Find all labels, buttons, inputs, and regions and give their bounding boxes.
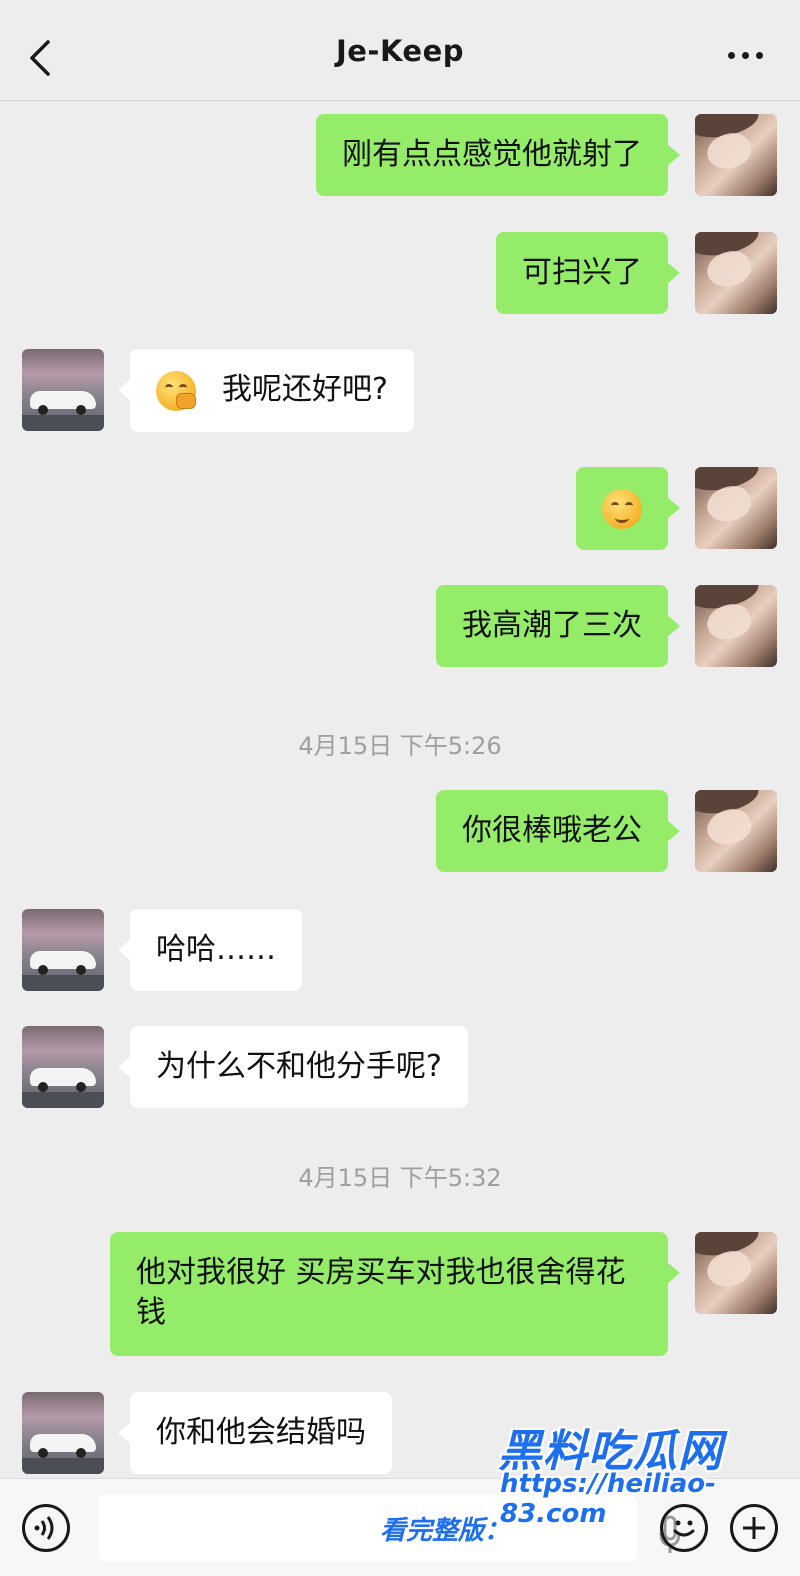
chat-title: Je-Keep xyxy=(335,34,465,68)
message-text: 我呢还好吧? xyxy=(222,372,388,407)
watermark-logo: 黑料吃瓜网 xyxy=(498,1426,723,1477)
message-input[interactable] xyxy=(98,1495,681,1561)
more-actions-plus-icon[interactable] xyxy=(730,1504,778,1552)
contact-avatar[interactable] xyxy=(22,1392,104,1474)
message-bubble[interactable]: 为什么不和他分手呢? xyxy=(118,1026,468,1108)
smiling-eyes-emoji-icon xyxy=(602,488,642,529)
timestamp: 4月15日 下午5:26 xyxy=(298,732,502,760)
message-bubble[interactable]: 刚有点点感觉他就射了 xyxy=(316,114,680,196)
my-avatar[interactable] xyxy=(695,790,777,872)
message-bubble[interactable]: 你很棒哦老公 xyxy=(436,790,680,872)
my-avatar[interactable] xyxy=(695,467,777,549)
message-bubble[interactable]: 哈哈…… xyxy=(118,909,302,991)
my-avatar[interactable] xyxy=(695,232,777,314)
message-bubble[interactable]: 你和他会结婚吗 xyxy=(118,1392,392,1474)
contact-avatar[interactable] xyxy=(22,909,104,991)
chat-header: Je-Keep xyxy=(0,0,800,101)
more-options-icon[interactable] xyxy=(726,50,766,62)
message-bubble[interactable]: 我高潮了三次 xyxy=(436,585,680,667)
message-bubble[interactable]: 他对我很好 买房买车对我也很舍得花钱 xyxy=(110,1232,680,1356)
message-bubble[interactable]: 我呢还好吧? xyxy=(118,349,414,432)
my-avatar[interactable] xyxy=(695,114,777,196)
contact-avatar[interactable] xyxy=(22,349,104,431)
timestamp: 4月15日 下午5:32 xyxy=(298,1164,502,1192)
my-avatar[interactable] xyxy=(695,1232,777,1314)
voice-input-icon[interactable] xyxy=(22,1504,70,1552)
hand-over-mouth-emoji-icon xyxy=(156,370,196,411)
my-avatar[interactable] xyxy=(695,585,777,667)
contact-avatar[interactable] xyxy=(22,1026,104,1108)
emoji-picker-icon[interactable] xyxy=(660,1504,708,1552)
message-bubble[interactable]: 可扫兴了 xyxy=(496,232,680,314)
input-toolbar xyxy=(0,1478,800,1576)
message-bubble[interactable] xyxy=(576,467,680,550)
